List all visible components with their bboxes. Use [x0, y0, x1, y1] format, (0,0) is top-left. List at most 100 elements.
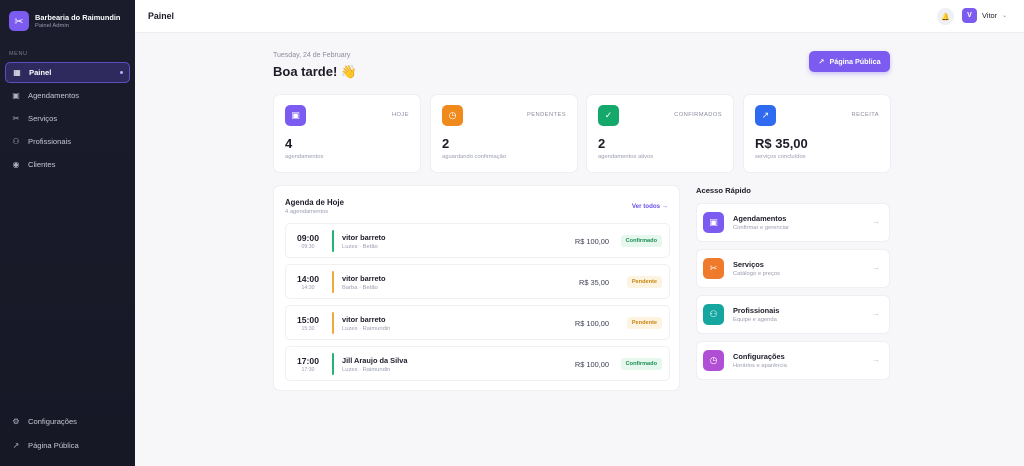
- quick-access-name: Agendamentos: [733, 214, 787, 223]
- external-link-icon: ↗: [12, 441, 20, 450]
- quick-access-subtitle: Confirmar e gerenciar: [733, 225, 790, 231]
- arrow-right-icon: →: [872, 309, 880, 318]
- arrow-right-icon: →: [872, 263, 880, 272]
- sidebar-item-agendamentos[interactable]: ▣ Agendamentos: [5, 85, 130, 106]
- user-circle-icon: ◉: [12, 160, 20, 169]
- gear-icon: ⚙: [12, 417, 20, 426]
- quick-access-name: Serviços: [733, 260, 764, 269]
- appointment-price: R$ 35,00: [579, 278, 609, 287]
- topbar: Painel 🔔 V Vitor ⌄: [135, 0, 1024, 33]
- stat-subtitle: agendamentos: [285, 154, 324, 160]
- appointment-row[interactable]: 17:00 17:30 Jill Araujo da Silva Luzes ·…: [285, 346, 670, 381]
- bell-icon[interactable]: 🔔: [937, 8, 954, 25]
- appointment-price: R$ 100,00: [574, 237, 609, 246]
- stat-label: CONFIRMADOS: [674, 112, 722, 118]
- calendar-icon: ▣: [285, 105, 306, 126]
- sidebar-item-label: Clientes: [28, 160, 56, 169]
- active-indicator-dot: [120, 71, 123, 74]
- arrow-right-icon: →: [872, 355, 880, 364]
- public-page-button-label: Página Pública: [829, 57, 881, 66]
- status-bar: [332, 353, 334, 375]
- appointment-end: 14:30: [301, 285, 315, 291]
- view-all-link[interactable]: Ver todos →: [632, 203, 668, 210]
- public-page-button[interactable]: ↗ Página Pública: [809, 51, 890, 72]
- brand-subtitle: Painel Admin: [35, 23, 69, 29]
- stat-card-hoje: ▣ HOJE 4 agendamentos: [273, 94, 421, 173]
- status-bar: [332, 230, 334, 252]
- stat-value: 2: [598, 136, 606, 151]
- menu-label: MENU: [9, 51, 28, 57]
- avatar: V: [962, 8, 977, 23]
- stat-label: HOJE: [391, 112, 409, 118]
- appointment-start: 15:00: [297, 315, 319, 325]
- stat-value: R$ 35,00: [755, 136, 808, 151]
- arrow-right-icon: →: [872, 217, 880, 226]
- quick-access-servicos[interactable]: ✂ Serviços Catálogo e preços →: [696, 249, 890, 288]
- appointment-client: vitor barreto: [342, 315, 386, 324]
- quick-access-configuracoes[interactable]: ◷ Configurações Horários e aparência →: [696, 341, 890, 380]
- sidebar-item-label: Profissionais: [28, 137, 72, 146]
- stat-subtitle: agendamentos ativos: [598, 154, 654, 160]
- stat-card-receita: ↗ RECEITA R$ 35,00 serviços concluídos: [743, 94, 891, 173]
- sidebar: ✂ Barbearia do Raimundin Painel Admin ME…: [0, 0, 135, 466]
- chevron-down-icon: ⌄: [1002, 13, 1008, 19]
- sidebar-item-clientes[interactable]: ◉ Clientes: [5, 154, 130, 175]
- sidebar-item-profissionais[interactable]: ⚇ Profissionais: [5, 131, 130, 152]
- appointment-service: Luzes · Raimundin: [342, 326, 391, 332]
- agenda-title: Agenda de Hoje: [285, 198, 344, 207]
- brand-name: Barbearia do Raimundin: [35, 13, 121, 22]
- scissors-icon: ✂: [703, 258, 724, 279]
- calendar-icon: ▣: [12, 91, 20, 100]
- scissors-icon: ✂: [12, 114, 20, 123]
- sidebar-item-label: Página Pública: [28, 441, 79, 450]
- sidebar-item-label: Configurações: [28, 417, 77, 426]
- agenda-card: Agenda de Hoje 4 agendamentos Ver todos …: [273, 185, 680, 391]
- stat-subtitle: aguardando confirmação: [442, 154, 507, 160]
- external-link-icon: ↗: [818, 57, 825, 66]
- scissors-logo-icon: ✂: [9, 11, 29, 31]
- quick-access-subtitle: Horários e aparência: [733, 363, 787, 369]
- quick-access-agendamentos[interactable]: ▣ Agendamentos Confirmar e gerenciar →: [696, 203, 890, 242]
- stat-label: RECEITA: [851, 112, 879, 118]
- appointment-start: 09:00: [297, 233, 319, 243]
- users-icon: ⚇: [12, 137, 20, 146]
- sidebar-item-configuracoes[interactable]: ⚙ Configurações: [5, 411, 130, 432]
- appointment-service: Luzes · Raimundin: [342, 367, 391, 373]
- appointment-service: Barba · Betão: [342, 285, 378, 291]
- user-name: Vitor: [982, 11, 998, 20]
- stat-card-pendentes: ◷ PENDENTES 2 aguardando confirmação: [430, 94, 578, 173]
- page-title: Painel: [148, 11, 174, 21]
- clock-icon: ◷: [442, 105, 463, 126]
- appointment-row[interactable]: 09:00 09:30 vitor barreto Luzes · Betão …: [285, 223, 670, 258]
- sidebar-item-painel[interactable]: ▦ Painel: [5, 62, 130, 83]
- status-badge: Confirmado: [620, 358, 662, 370]
- appointment-row[interactable]: 15:00 15:30 vitor barreto Luzes · Raimun…: [285, 305, 670, 340]
- trending-up-icon: ↗: [755, 105, 776, 126]
- appointment-client: vitor barreto: [342, 233, 386, 242]
- quick-access-profissionais[interactable]: ⚇ Profissionais Equipe e agenda →: [696, 295, 890, 334]
- appointment-start: 17:00: [297, 356, 319, 366]
- sidebar-item-pagina-publica[interactable]: ↗ Página Pública: [5, 435, 130, 456]
- check-circle-icon: ✓: [598, 105, 619, 126]
- brand[interactable]: ✂ Barbearia do Raimundin Painel Admin: [0, 0, 135, 42]
- status-badge: Pendente: [626, 317, 662, 329]
- users-icon: ⚇: [703, 304, 724, 325]
- quick-access-subtitle: Equipe e agenda: [733, 317, 777, 323]
- appointment-end: 17:30: [301, 367, 315, 373]
- sidebar-item-servicos[interactable]: ✂ Serviços: [5, 108, 130, 129]
- quick-access-name: Profissionais: [733, 306, 780, 315]
- appointment-row[interactable]: 14:00 14:30 vitor barreto Barba · Betão …: [285, 264, 670, 299]
- user-menu[interactable]: V Vitor ⌄: [962, 8, 1007, 23]
- quick-access-title: Acesso Rápido: [696, 186, 751, 195]
- stat-value: 2: [442, 136, 450, 151]
- agenda-subtitle: 4 agendamentos: [285, 209, 329, 215]
- dashboard-icon: ▦: [13, 68, 21, 77]
- appointment-price: R$ 100,00: [574, 360, 609, 369]
- clock-icon: ◷: [703, 350, 724, 371]
- appointment-client: Jill Araujo da Silva: [342, 356, 408, 365]
- stat-label: PENDENTES: [526, 112, 566, 118]
- sidebar-item-label: Serviços: [28, 114, 58, 123]
- appointment-start: 14:00: [297, 274, 319, 284]
- appointment-end: 09:30: [301, 244, 315, 250]
- current-date: Tuesday, 24 de February: [273, 52, 351, 59]
